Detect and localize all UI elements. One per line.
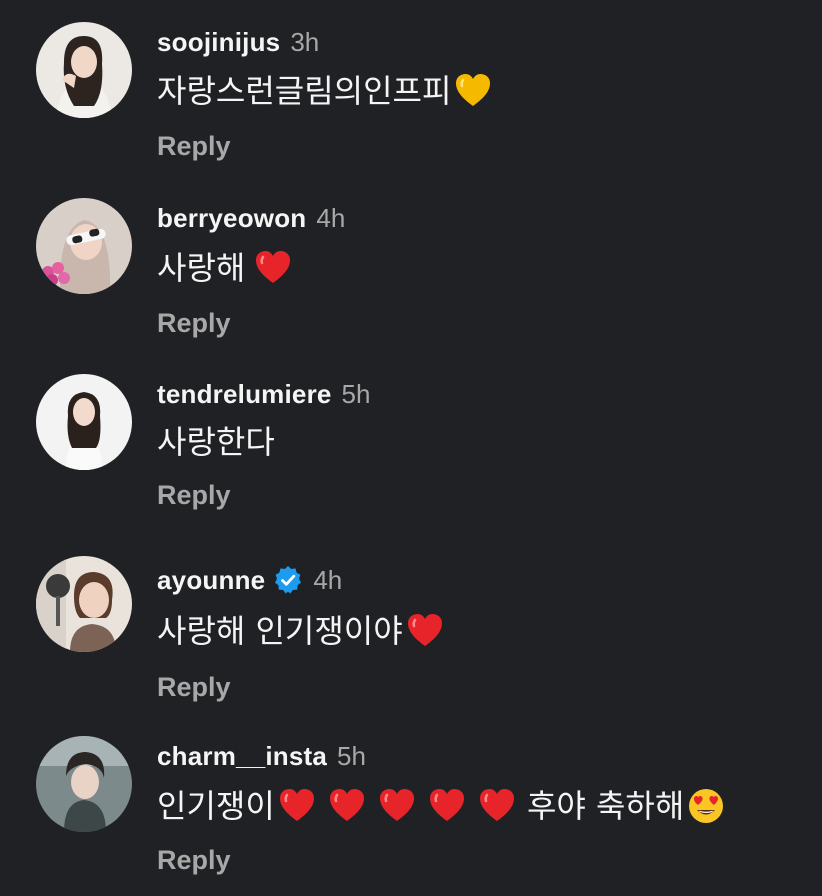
username[interactable]: berryeowon (157, 203, 306, 234)
timestamp: 5h (341, 378, 371, 409)
red-heart-icon (377, 786, 417, 826)
comment-body-suffix: 후야 축하해 (516, 787, 685, 825)
red-heart-icon (477, 786, 517, 826)
comment-item: charm__insta 5h 인기쟁이 후야 축하해 Reply (0, 714, 822, 884)
comment-item: soojinijus 3h 자랑스런글림의인프피 Reply (0, 0, 822, 170)
comment-body: 사랑해 인기쟁이야 (157, 612, 403, 650)
red-heart-icon (405, 611, 445, 651)
avatar[interactable] (36, 198, 132, 294)
timestamp: 4h (316, 202, 346, 233)
comment-body: 인기쟁이 (157, 787, 275, 825)
comment-text: 자랑스런글림의인프피 (157, 69, 493, 113)
username[interactable]: tendrelumiere (157, 379, 332, 410)
reply-button[interactable]: Reply (157, 845, 231, 876)
yellow-heart-icon (453, 71, 493, 111)
comment-text: 사랑해 인기쟁이야 (157, 609, 445, 653)
username[interactable]: ayounne (157, 565, 265, 596)
comment-text: 인기쟁이 후야 축하해 (157, 784, 726, 828)
avatar[interactable] (36, 556, 132, 652)
avatar[interactable] (36, 374, 132, 470)
timestamp: 5h (337, 740, 366, 771)
heart-eyes-face-icon (686, 786, 726, 826)
verified-badge-icon (273, 565, 303, 595)
comment-item: berryeowon 4h 사랑해 Reply (0, 176, 822, 346)
red-heart-icon (253, 248, 293, 288)
avatar[interactable] (36, 22, 132, 118)
reply-button[interactable]: Reply (157, 131, 231, 162)
comment-item: ayounne 4h 사랑해 인기쟁이야 Reply (0, 538, 822, 708)
comment-text: 사랑한다 (157, 420, 275, 464)
reply-button[interactable]: Reply (157, 672, 231, 703)
red-heart-icon (427, 786, 467, 826)
comment-body: 사랑한다 (157, 423, 275, 461)
red-heart-icon (277, 786, 317, 826)
username[interactable]: charm__insta (157, 741, 327, 772)
timestamp: 4h (313, 564, 343, 595)
reply-button[interactable]: Reply (157, 308, 231, 339)
red-heart-icon (327, 786, 367, 826)
comment-body: 자랑스런글림의인프피 (157, 72, 452, 110)
avatar[interactable] (36, 736, 132, 832)
comment-item: tendrelumiere 5h 사랑한다 Reply (0, 352, 822, 522)
comment-body: 사랑해 (157, 249, 246, 287)
comment-text: 사랑해 (157, 246, 293, 290)
username[interactable]: soojinijus (157, 27, 280, 58)
reply-button[interactable]: Reply (157, 480, 231, 511)
timestamp: 3h (290, 26, 320, 57)
